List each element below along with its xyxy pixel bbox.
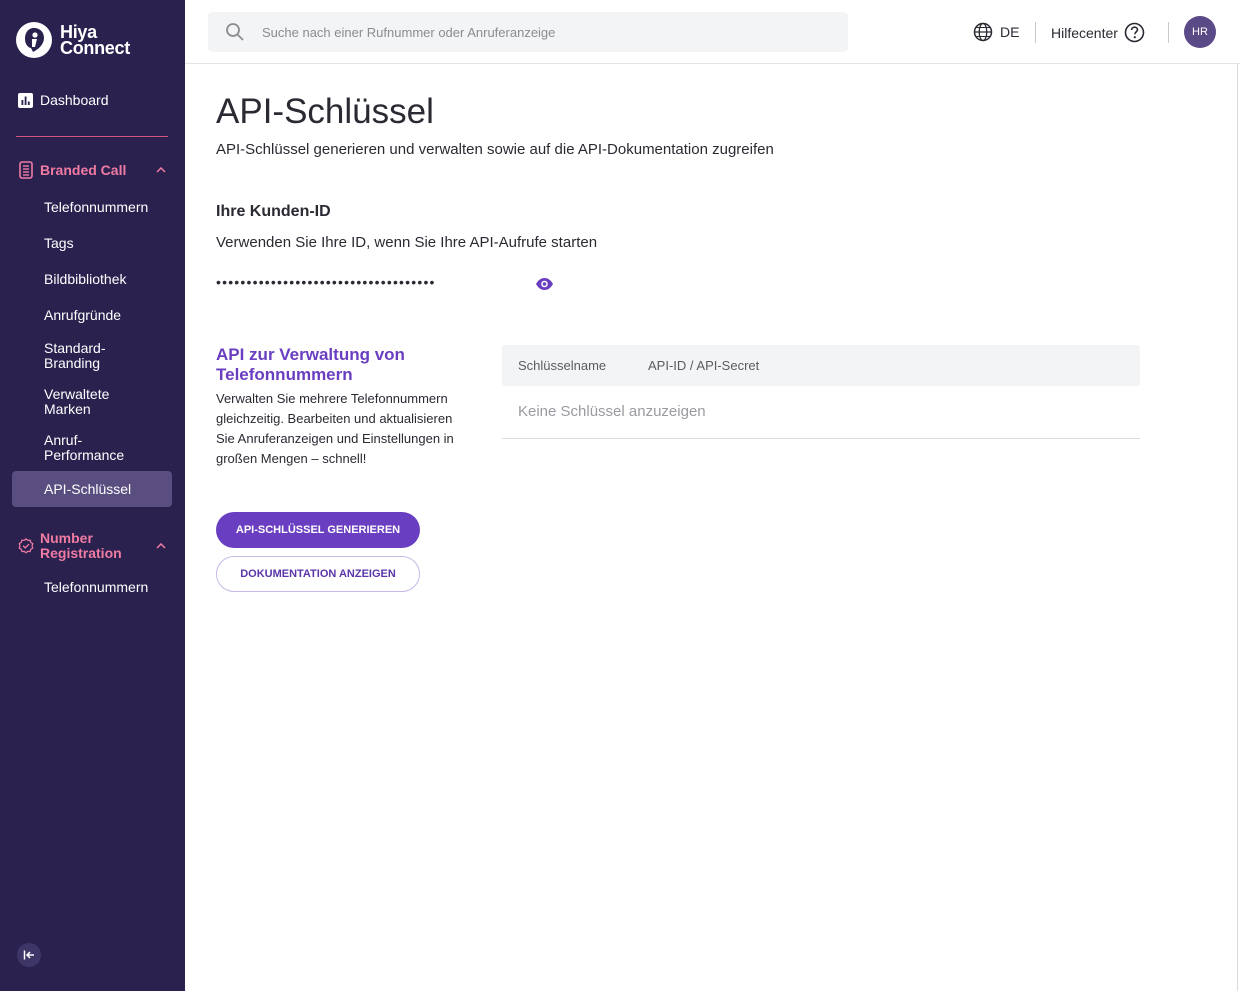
sidebar-item-dashboard[interactable]: Dashboard (18, 92, 109, 108)
language-selector[interactable]: DE (973, 22, 1019, 42)
generate-api-key-button[interactable]: API-SCHLÜSSEL GENERIEREN (216, 512, 420, 548)
page-subtitle: API-Schlüssel generieren und verwalten s… (216, 141, 774, 158)
help-center-link[interactable]: Hilfecenter (1051, 22, 1145, 43)
search-icon (226, 23, 244, 41)
sidebar-section-label: Branded Call (40, 162, 127, 178)
view-documentation-button[interactable]: DOKUMENTATION ANZEIGEN (216, 556, 420, 592)
globe-icon (973, 22, 993, 42)
logo-line2: Connect (60, 38, 130, 58)
sidebar-item-api-schluessel[interactable]: API-Schlüssel (44, 482, 131, 497)
topbar-divider (1035, 22, 1036, 43)
eye-icon[interactable] (535, 277, 554, 291)
topbar-divider (1168, 22, 1169, 43)
phone-icon (19, 161, 33, 179)
table-header: Schlüsselname API-ID / API-Secret (502, 345, 1140, 386)
sidebar-item-anrufgruende[interactable]: Anrufgründe (44, 308, 121, 323)
collapse-sidebar-button[interactable] (17, 943, 41, 967)
chevron-up-icon (156, 543, 166, 549)
language-label: DE (1000, 24, 1020, 40)
logo[interactable]: Hiya Connect (16, 22, 130, 58)
sidebar-item-verwaltete-marken[interactable]: Verwaltete Marken (44, 387, 109, 417)
sidebar-item-nr-telefonnummern[interactable]: Telefonnummern (44, 580, 148, 595)
api-section-description: Verwalten Sie mehrere Telefonnummern gle… (216, 391, 454, 466)
help-center-label: Hilfecenter (1051, 24, 1118, 41)
page-title: API-Schlüssel (216, 92, 434, 131)
search-bar[interactable] (208, 12, 848, 52)
customer-id-title: Ihre Kunden-ID (216, 203, 331, 220)
sidebar: Hiya Connect Dashboard Branded Call Tele… (0, 0, 185, 991)
table-empty-state: Keine Schlüssel anzuzeigen (518, 403, 706, 420)
logo-text: Hiya Connect (60, 23, 130, 58)
topbar: DE Hilfecenter HR (185, 0, 1240, 64)
sidebar-item-label: Dashboard (40, 92, 109, 108)
customer-id-masked-value: •••••••••••••••••••••••••••••••••••• (216, 274, 436, 290)
sidebar-section-label: Number Registration (40, 530, 122, 561)
search-input[interactable] (262, 24, 822, 40)
sidebar-item-telefonnummern[interactable]: Telefonnummern (44, 200, 148, 215)
question-circle-icon (1124, 22, 1145, 43)
sidebar-divider (16, 136, 168, 137)
sidebar-item-standard-branding[interactable]: Standard- Branding (44, 341, 105, 371)
sidebar-item-bildbibliothek[interactable]: Bildbibliothek (44, 272, 127, 287)
table-divider (502, 438, 1140, 439)
sidebar-section-branded-call[interactable]: Branded Call (18, 161, 170, 179)
bar-chart-icon (18, 92, 33, 108)
chevron-up-icon (156, 167, 166, 173)
sidebar-item-tags[interactable]: Tags (44, 236, 74, 251)
content-border (1237, 64, 1238, 991)
sidebar-item-anruf-performance[interactable]: Anruf- Performance (44, 433, 124, 463)
sidebar-section-number-registration[interactable]: Number Registration (18, 531, 170, 561)
column-header-api-id: API-ID / API-Secret (648, 358, 760, 373)
hiya-logo-icon (16, 22, 52, 58)
badge-check-icon (18, 538, 34, 554)
api-section-title: API zur Verwaltung von Telefonnummern (216, 345, 405, 384)
customer-id-description: Verwenden Sie Ihre ID, wenn Sie Ihre API… (216, 234, 598, 251)
collapse-left-icon (23, 950, 34, 960)
avatar[interactable]: HR (1184, 16, 1216, 48)
column-header-key-name: Schlüsselname (518, 358, 607, 373)
